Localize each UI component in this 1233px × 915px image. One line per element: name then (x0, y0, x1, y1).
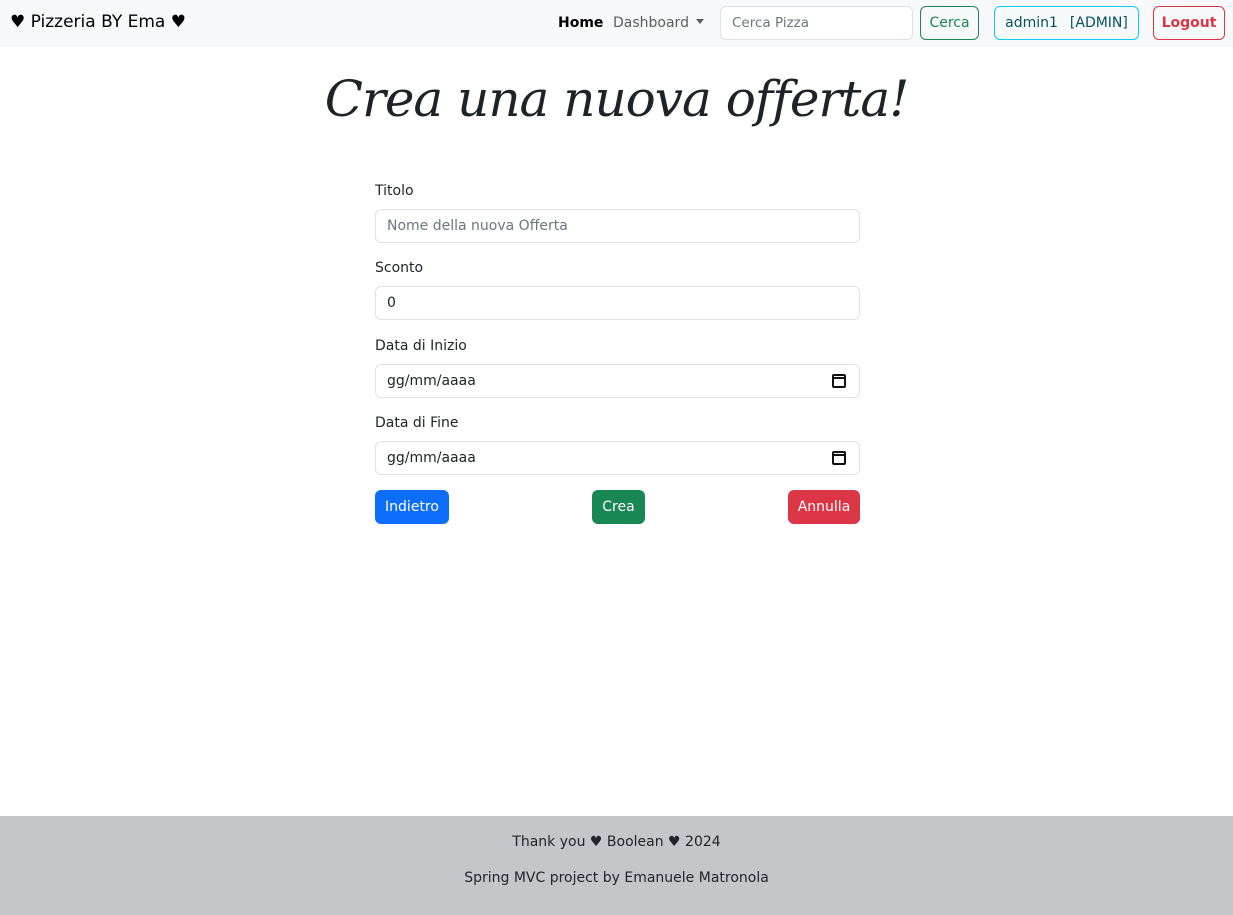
discount-input[interactable] (375, 286, 860, 320)
search-button[interactable]: Cerca (920, 6, 979, 40)
nav-dropdown-label: Dashboard (613, 15, 689, 31)
title-label: Titolo (375, 183, 414, 199)
footer-credit: Spring MVC project by Emanuele Matronola (464, 870, 769, 886)
logout-button[interactable]: Logout (1153, 6, 1225, 40)
start-date-input[interactable]: gg/mm/aaaa (375, 364, 860, 398)
title-input[interactable] (375, 209, 860, 243)
footer-thanks: Thank you ♥ Boolean ♥ 2024 (512, 834, 721, 850)
footer: Thank you ♥ Boolean ♥ 2024 Spring MVC pr… (0, 816, 1233, 915)
end-date-value: gg/mm/aaaa (387, 450, 476, 466)
page-title: Crea una nuova offerta! (324, 70, 910, 128)
nav-link-home[interactable]: Home (558, 15, 603, 31)
search-input[interactable] (720, 6, 913, 40)
start-date-value: gg/mm/aaaa (387, 373, 476, 389)
end-date-label: Data di Fine (375, 415, 459, 431)
navbar: ♥ Pizzeria BY Ema ♥ Home Dashboard Cerca… (0, 0, 1233, 47)
create-button[interactable]: Crea (592, 490, 645, 524)
user-name: admin1 (1005, 15, 1058, 31)
brand-logo[interactable]: ♥ Pizzeria BY Ema ♥ (10, 12, 186, 32)
cancel-button[interactable]: Annulla (788, 490, 860, 524)
chevron-down-icon (695, 19, 704, 24)
calendar-icon[interactable] (832, 374, 846, 388)
nav-dropdown-dashboard[interactable]: Dashboard (613, 15, 704, 31)
start-date-label: Data di Inizio (375, 338, 467, 354)
user-role: [ADMIN] (1069, 15, 1128, 31)
back-button[interactable]: Indietro (375, 490, 449, 524)
discount-label: Sconto (375, 260, 424, 276)
end-date-input[interactable]: gg/mm/aaaa (375, 441, 860, 475)
user-button[interactable]: admin1 [ADMIN] (994, 6, 1139, 40)
calendar-icon[interactable] (832, 451, 846, 465)
